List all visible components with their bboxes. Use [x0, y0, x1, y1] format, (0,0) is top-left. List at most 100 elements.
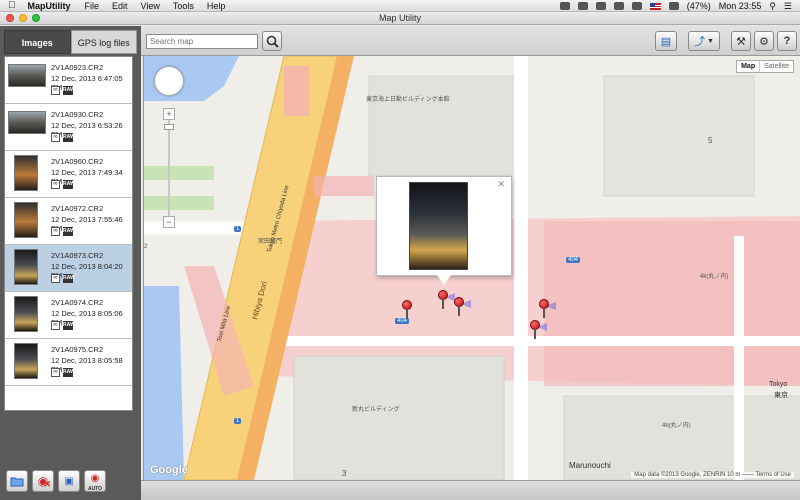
list-item[interactable]: 2V1A0930.CR212 Dec, 2013 6:53:26 PM∞RAW: [5, 104, 132, 151]
zoom-slider-rail[interactable]: [168, 120, 170, 226]
close-icon[interactable]: ✕: [497, 179, 505, 190]
clock[interactable]: Mon 23:55: [719, 1, 762, 11]
route-1-badge-2: 1: [234, 418, 242, 424]
left-panel: Images GPS log files 2V1A0923.CR2 12 Dec,…: [0, 26, 141, 500]
map-copyright[interactable]: Map data ©2013 Google, ZENRIN 10 m —— Te…: [631, 472, 794, 478]
bluetooth-icon[interactable]: [595, 2, 606, 10]
list-item[interactable]: 2V1A0973.CR212 Dec, 2013 8:04:20 PM∞RAW: [5, 245, 132, 292]
track-line-icon: ⤴: [694, 36, 706, 48]
list-item[interactable]: 2V1A0960.CR212 Dec, 2013 7:49:34 PM∞RAW: [5, 151, 132, 198]
image-thumbnail: [14, 249, 38, 285]
add-images-button[interactable]: [6, 470, 28, 492]
route-404-badge: 404: [566, 257, 581, 263]
battery-icon[interactable]: [668, 2, 679, 10]
spotlight-icon[interactable]: ⚲: [769, 1, 776, 12]
help-button[interactable]: ?: [777, 31, 797, 51]
map-label-4b: 4b(丸ノ内): [662, 423, 691, 429]
park-strip-2: [144, 196, 214, 210]
map-type-map-button[interactable]: Map: [737, 61, 759, 72]
raw-badge: RAW: [63, 227, 75, 236]
image-thumbnail: [14, 296, 38, 332]
add-location-button[interactable]: ▣: [58, 470, 80, 492]
photo-info-popup: ✕: [376, 176, 512, 285]
list-item[interactable]: 2V1A0923.CR212 Dec, 2013 6:47:05 PM∞RAW: [5, 57, 132, 104]
photo-location-pin[interactable]: [402, 300, 414, 320]
close-window-button[interactable]: [6, 14, 14, 22]
list-item[interactable]: 2V1A0975.CR212 Dec, 2013 8:05:58 PM∞RAW: [5, 339, 132, 386]
road-vertical-1: [514, 56, 528, 480]
zoom-control: + −: [163, 108, 175, 238]
input-source-flag-icon[interactable]: [649, 2, 661, 10]
map-label-3: 3: [342, 469, 347, 478]
geotag-icon: ∞: [51, 321, 60, 330]
auto-pin-icon: ◉: [90, 473, 100, 484]
image-thumbnail: [8, 64, 46, 87]
tab-images[interactable]: Images: [4, 30, 71, 54]
building-block-bottom: [293, 355, 505, 480]
google-logo: Google: [150, 464, 188, 476]
export-log-button[interactable]: ▤: [655, 31, 677, 51]
menu-edit[interactable]: Edit: [112, 1, 128, 11]
photo-location-pin[interactable]: [454, 297, 471, 317]
building-block-right: [603, 75, 755, 197]
notification-center-icon[interactable]: ☰: [784, 1, 792, 12]
image-list[interactable]: 2V1A0923.CR212 Dec, 2013 6:47:05 PM∞RAW2…: [4, 56, 133, 411]
apple-menu-icon[interactable]: : [8, 0, 16, 11]
preferences-button[interactable]: ⚙: [754, 31, 774, 51]
photo-preview[interactable]: [409, 182, 468, 270]
image-filename: 2V1A0923.CR2: [51, 63, 104, 72]
image-export-icon: ▤: [660, 35, 672, 48]
geotag-icon: ∞: [51, 368, 60, 377]
photo-location-pin[interactable]: [438, 290, 455, 310]
auto-tag-button[interactable]: ◉ AUTO: [84, 470, 106, 492]
map-label-2: 2: [144, 244, 148, 250]
zoom-out-button[interactable]: −: [163, 216, 175, 228]
folder-icon: [10, 477, 24, 487]
pan-control[interactable]: [154, 66, 184, 96]
tab-gps-log-files[interactable]: GPS log files: [70, 30, 137, 54]
map-view[interactable]: 東京海上日動ビルディング本館 新丸ビルディング 実田経門 5 3 2 4k(丸ノ…: [143, 56, 800, 480]
photo-location-pin[interactable]: [530, 320, 547, 340]
image-filename: 2V1A0972.CR2: [51, 204, 104, 213]
photo-location-pin[interactable]: [539, 299, 556, 319]
zoom-window-button[interactable]: [32, 14, 40, 22]
search-map-input[interactable]: [146, 34, 258, 49]
zoom-in-button[interactable]: +: [163, 108, 175, 120]
map-label-marunouchi: Marunouchi: [569, 461, 611, 470]
map-type-satellite-button[interactable]: Satellite: [759, 61, 793, 72]
gear-icon: ⚙: [759, 35, 769, 48]
search-button[interactable]: [262, 31, 282, 51]
list-item[interactable]: 2V1A0974.CR212 Dec, 2013 8:05:06 PM∞RAW: [5, 292, 132, 339]
image-filename: 2V1A0930.CR2: [51, 110, 104, 119]
image-thumbnail: [14, 202, 38, 238]
wifi-icon[interactable]: [613, 2, 624, 10]
list-item[interactable]: 2V1A0972.CR212 Dec, 2013 7:55:46 PM∞RAW: [5, 198, 132, 245]
zoom-slider-handle[interactable]: [164, 124, 174, 130]
image-thumbnail: [14, 155, 38, 191]
raw-badge: RAW: [63, 368, 75, 377]
path-pink-1: [284, 66, 309, 116]
road-vertical-2: [734, 236, 744, 480]
time-machine-icon[interactable]: [559, 2, 570, 10]
raw-badge: RAW: [63, 86, 75, 95]
remove-location-button[interactable]: ◉ ✕: [32, 470, 54, 492]
chevron-down-icon: ▼: [707, 37, 714, 45]
menu-file[interactable]: File: [85, 1, 100, 11]
tools-button[interactable]: ⚒: [731, 31, 751, 51]
display-icon[interactable]: [577, 2, 588, 10]
menu-view[interactable]: View: [141, 1, 160, 11]
building-block-top: [368, 75, 520, 177]
geotag-icon: ∞: [51, 86, 60, 95]
map-label-building-mid: 新丸ビルディング: [352, 407, 400, 413]
track-display-dropdown[interactable]: ⤴ ▼: [688, 31, 720, 51]
water-area-bottom: [144, 286, 184, 480]
menu-tools[interactable]: Tools: [173, 1, 194, 11]
menu-help[interactable]: Help: [207, 1, 226, 11]
image-pin-icon: ▣: [64, 475, 74, 487]
battery-percent: (47%): [686, 1, 711, 11]
app-menu[interactable]: MapUtility: [28, 1, 71, 11]
geotag-icon: ∞: [51, 227, 60, 236]
route-1-badge: 1: [234, 226, 242, 232]
volume-icon[interactable]: [631, 2, 642, 10]
minimize-window-button[interactable]: [19, 14, 27, 22]
